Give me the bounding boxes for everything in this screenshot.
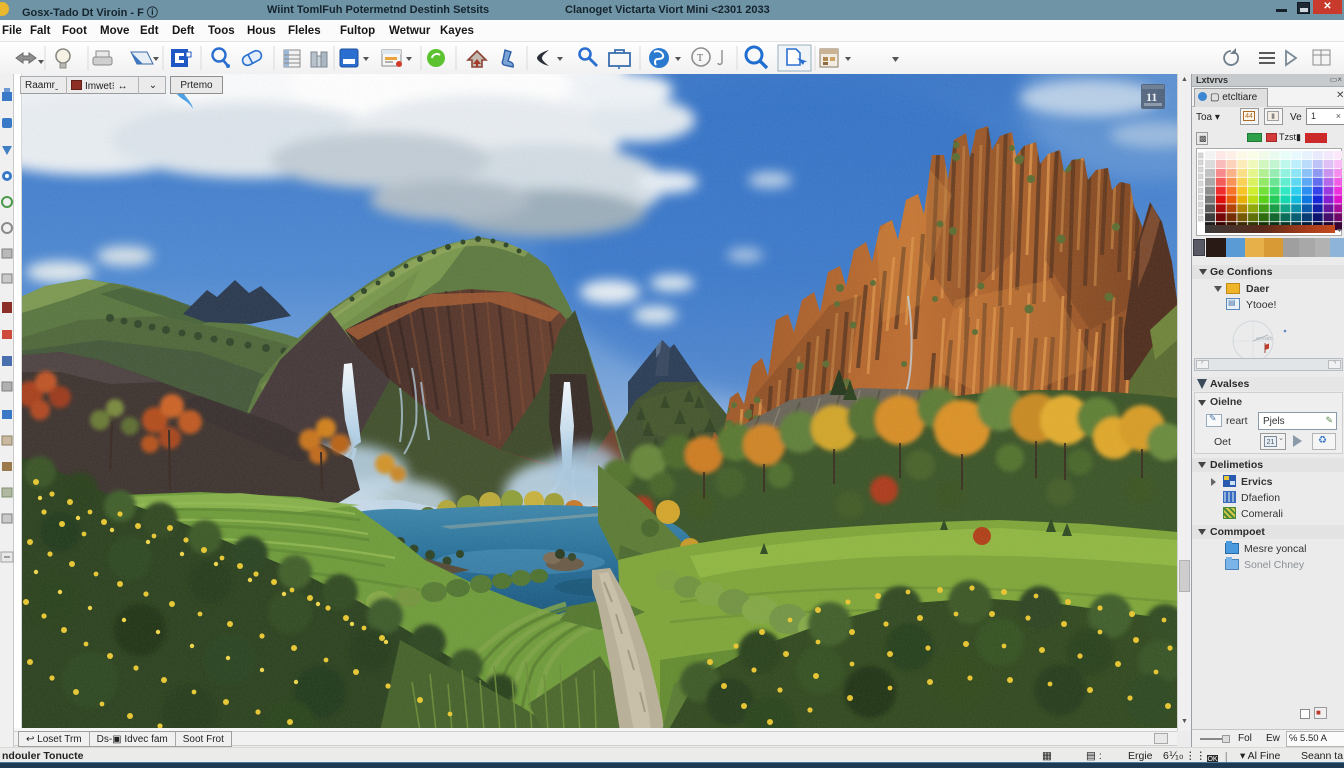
svg-text:wreath: wreath xyxy=(1255,336,1273,342)
svg-text:T: T xyxy=(697,53,703,64)
